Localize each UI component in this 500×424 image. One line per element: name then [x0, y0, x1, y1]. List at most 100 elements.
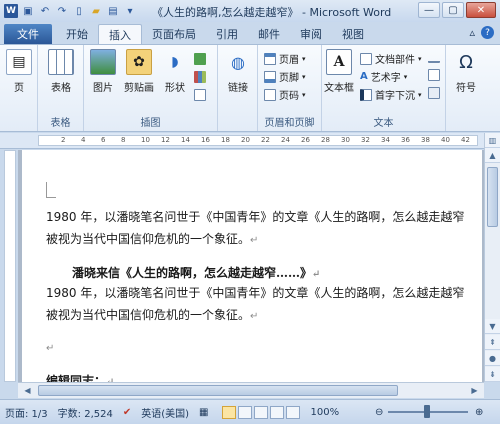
empty-paragraph[interactable]: ↵: [46, 340, 484, 354]
shapes-button[interactable]: ◗ 形状: [158, 49, 192, 94]
ruler-tick-label: 28: [321, 136, 330, 144]
ruler-tick-label: 40: [441, 136, 450, 144]
horizontal-ruler[interactable]: 2 4 6 8 10 12 14 16 18 20 22 24 26 28 30 32 34 36 38 40 42: [0, 133, 500, 149]
next-page-icon[interactable]: ⇟: [485, 367, 500, 382]
page-number-button[interactable]: 页码 ▾: [264, 87, 306, 102]
minimize-button[interactable]: —: [418, 2, 440, 18]
globe-link-icon: ◍: [231, 52, 245, 72]
footer-button[interactable]: 页脚 ▾: [264, 69, 306, 84]
horizontal-scrollbar[interactable]: ◀ ▶: [18, 382, 484, 398]
signature-line-button[interactable]: [428, 51, 440, 63]
help-icon[interactable]: ?: [481, 26, 494, 39]
zoom-level[interactable]: 100%: [306, 407, 345, 418]
horizontal-scroll-thumb[interactable]: [38, 385, 398, 396]
smartart-button[interactable]: [194, 53, 206, 65]
date-time-button[interactable]: [428, 69, 440, 81]
wordart-button[interactable]: A 艺术字 ▾: [360, 69, 407, 85]
scroll-up-icon[interactable]: ▲: [485, 148, 500, 163]
links-label: 链接: [228, 83, 248, 94]
tab-review[interactable]: 审阅: [290, 24, 332, 44]
zoom-slider-thumb[interactable]: [424, 405, 430, 418]
table-label: 表格: [51, 83, 71, 94]
pages-button[interactable]: ▤ 页: [2, 49, 36, 94]
picture-button[interactable]: 图片: [86, 49, 120, 94]
p1-line2[interactable]: 被视为当代中国信仰危机的一个象征。↵: [46, 230, 484, 247]
table-button[interactable]: 表格: [44, 49, 78, 94]
previous-page-icon[interactable]: ⇞: [485, 335, 500, 350]
close-button[interactable]: ✕: [466, 2, 496, 18]
symbol-button[interactable]: Ω 符号: [449, 49, 483, 95]
tab-view[interactable]: 视图: [332, 24, 374, 44]
tab-mailings[interactable]: 邮件: [248, 24, 290, 44]
ruler-tick-label: 16: [201, 136, 210, 144]
p2-line1[interactable]: 1980 年，以潘晓笔名问世于《中国青年》的文章《人生的路啊，怎么越走越窄: [46, 284, 484, 301]
quick-access-toolbar: W ▣ ↶ ↷ ▯ ▰ ▤ ▾: [0, 4, 137, 18]
full-screen-reading-view-icon[interactable]: [237, 405, 252, 419]
tab-file[interactable]: 文件: [4, 24, 52, 44]
open-folder-icon[interactable]: ▰: [89, 4, 103, 18]
document-area: 1980 年，以潘晓笔名问世于《中国青年》的文章《人生的路啊，怎么越走越窄 被视…: [18, 150, 484, 382]
ruler-tick-label: 12: [161, 136, 170, 144]
redo-icon[interactable]: ↷: [55, 4, 69, 18]
proofing-icon[interactable]: ✔: [118, 407, 136, 418]
page-count[interactable]: 页面: 1/3: [0, 405, 53, 420]
p1-line1[interactable]: 1980 年，以潘晓笔名问世于《中国青年》的文章《人生的路啊，怎么越走越窄: [46, 208, 484, 225]
ruler-tick-label: 10: [141, 136, 150, 144]
ruler-toggle-icon[interactable]: ▥: [485, 133, 500, 148]
maximize-button[interactable]: ▢: [442, 2, 464, 18]
save-icon[interactable]: ▣: [21, 4, 35, 18]
outline-view-icon[interactable]: [269, 405, 284, 419]
vertical-scrollbar[interactable]: ▥ ▲ ▼ ⇞ ● ⇟: [484, 133, 500, 382]
scroll-right-icon[interactable]: ▶: [467, 383, 482, 398]
web-layout-view-icon[interactable]: [253, 405, 268, 419]
object-button[interactable]: [428, 87, 440, 99]
zoom-in-icon[interactable]: ⊕: [470, 407, 488, 418]
tab-insert[interactable]: 插入: [98, 24, 142, 44]
wordart-label: 艺术字: [370, 73, 401, 84]
undo-icon[interactable]: ↶: [38, 4, 52, 18]
text-box-icon: A: [326, 49, 352, 75]
drop-cap-button[interactable]: 首字下沉 ▾: [360, 87, 422, 102]
document-page[interactable]: 1980 年，以潘晓笔名问世于《中国青年》的文章《人生的路啊，怎么越走越窄 被视…: [22, 150, 482, 382]
picture-icon: [90, 49, 116, 75]
word-count[interactable]: 字数: 2,524: [53, 405, 118, 420]
clip-art-button[interactable]: ✿ 剪贴画: [122, 49, 156, 94]
text-box-button[interactable]: A 文本框: [322, 49, 356, 94]
tab-page-layout[interactable]: 页面布局: [142, 24, 206, 44]
paragraph-mark: ↵: [312, 269, 321, 280]
zoom-out-icon[interactable]: ⊖: [370, 407, 388, 418]
page-icon: ▤: [6, 49, 32, 75]
draft-view-icon[interactable]: [285, 405, 300, 419]
scroll-left-icon[interactable]: ◀: [20, 383, 35, 398]
ruler-tick-label: 26: [301, 136, 310, 144]
paragraph-mark: ↵: [46, 343, 55, 354]
vertical-ruler[interactable]: [4, 150, 16, 382]
links-button[interactable]: ◍ 链接: [221, 49, 255, 95]
header-button[interactable]: 页眉 ▾: [264, 51, 306, 66]
ruler-tick-label: 4: [81, 136, 86, 144]
word-logo-icon[interactable]: W: [4, 4, 18, 18]
print-icon[interactable]: ▤: [106, 4, 120, 18]
header-footer-group-label: 页眉和页脚: [264, 118, 315, 129]
quick-parts-button[interactable]: 文档部件 ▾: [360, 51, 422, 66]
clip-art-label: 剪贴画: [124, 83, 154, 94]
p2-line2[interactable]: 被视为当代中国信仰危机的一个象征。↵: [46, 306, 484, 323]
browse-object-icon[interactable]: ●: [485, 351, 500, 366]
scroll-down-icon[interactable]: ▼: [485, 319, 500, 334]
minimize-ribbon-icon[interactable]: ▵: [469, 26, 475, 39]
print-layout-view-icon[interactable]: [221, 405, 236, 419]
language[interactable]: 英语(美国): [136, 405, 194, 420]
heading[interactable]: 潘晓来信《人生的路啊，怎么越走越窄……》↵: [72, 264, 484, 281]
tab-references[interactable]: 引用: [206, 24, 248, 44]
vertical-scroll-thumb[interactable]: [487, 167, 498, 227]
tab-home[interactable]: 开始: [56, 24, 98, 44]
editor-note[interactable]: 编辑同志：↵: [46, 372, 484, 382]
ruler-tick-label: 14: [181, 136, 190, 144]
new-document-icon[interactable]: ▯: [72, 4, 86, 18]
screenshot-button[interactable]: [194, 89, 206, 101]
ruler-tick-label: 24: [281, 136, 290, 144]
chart-button[interactable]: [194, 71, 206, 83]
customize-qat-icon[interactable]: ▾: [123, 4, 137, 18]
paragraph-mark: ↵: [250, 311, 259, 322]
macro-record-icon[interactable]: ▦: [194, 407, 213, 418]
